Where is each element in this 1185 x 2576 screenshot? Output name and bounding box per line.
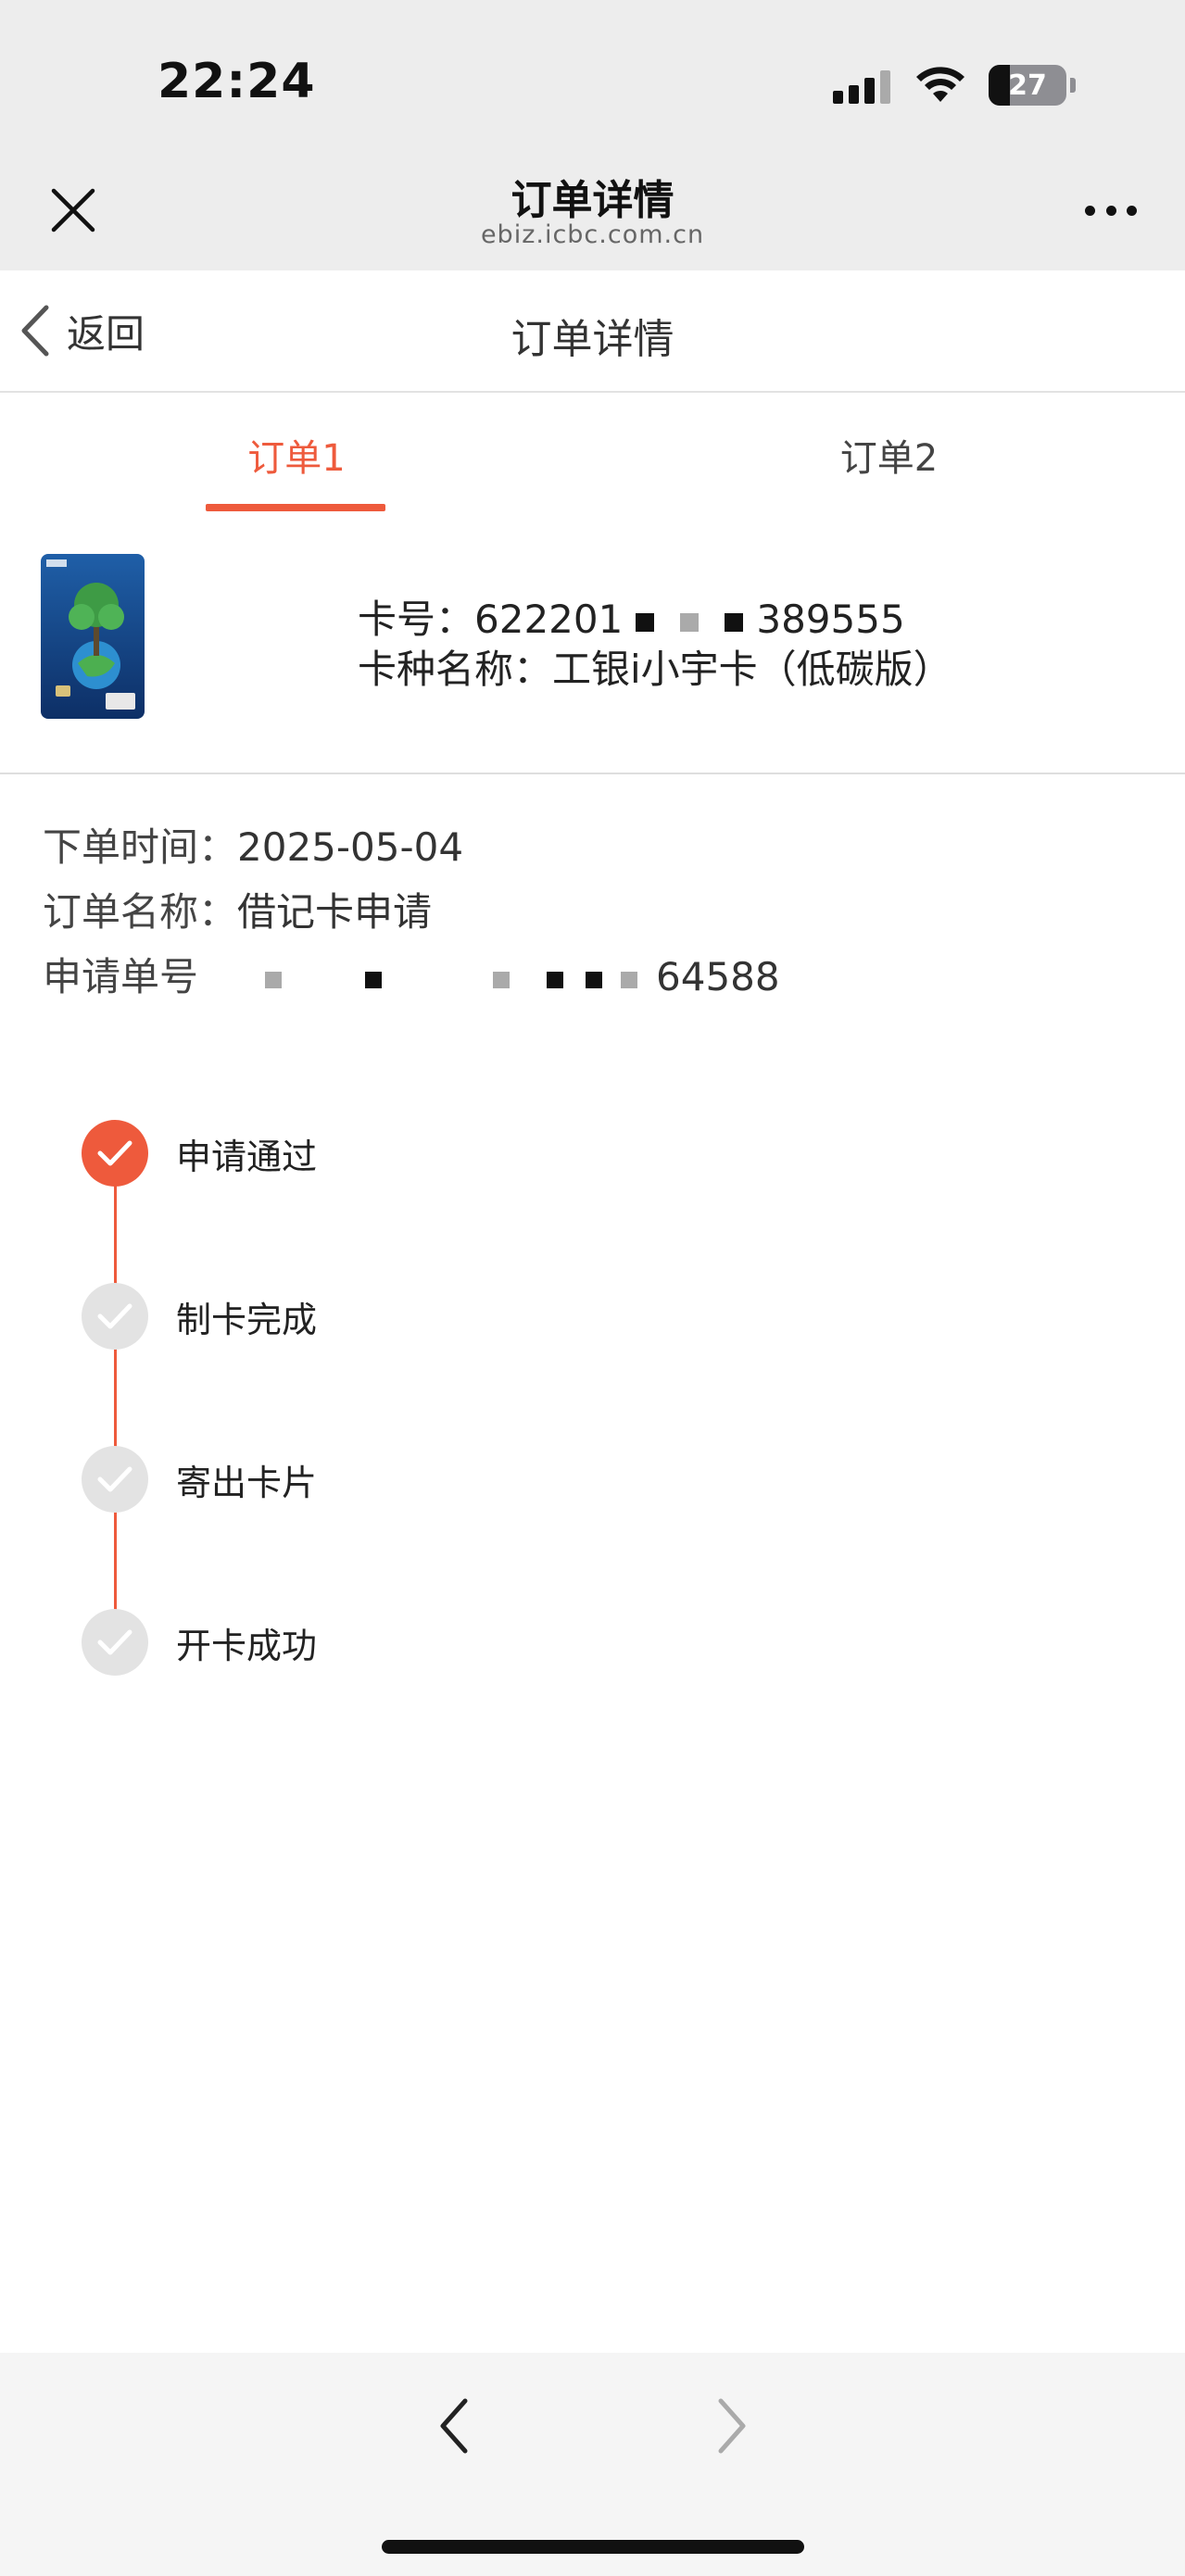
redaction-mask [493, 971, 511, 988]
timeline-line [114, 1153, 117, 1640]
tab-label: 订单2 [839, 437, 939, 480]
progress-timeline: 申请通过 制卡完成 寄出卡片 开卡成功 [0, 1112, 1185, 1686]
page-header: 返回 订单详情 [0, 270, 1185, 393]
tab-order-1[interactable]: 订单1 [0, 393, 593, 513]
card-number-label: 卡号： [358, 597, 475, 642]
order-time-row: 下单时间：2025-05-04 [43, 815, 780, 880]
card-number-end: 389555 [756, 597, 905, 642]
order-number-label: 申请单号 [43, 954, 199, 999]
timeline-step-label: 开卡成功 [176, 1625, 318, 1666]
card-number-start: 622201 [474, 597, 624, 642]
page-title: 订单详情 [511, 316, 674, 363]
home-indicator [382, 2540, 804, 2554]
active-tab-indicator [206, 504, 385, 511]
order-time-value: 2025-05-04 [237, 824, 464, 870]
order-name-value: 借记卡申请 [237, 889, 433, 935]
order-name-row: 订单名称：借记卡申请 [43, 880, 780, 945]
card-type-name: 工银i小宇卡（低碳版） [552, 647, 952, 692]
timeline-step-card-activated: 开卡成功 [82, 1608, 317, 1677]
order-number-end: 64588 [656, 954, 780, 999]
check-icon [82, 1120, 148, 1187]
redaction-mask [586, 971, 603, 988]
battery-level: 27 [1008, 69, 1047, 102]
redaction-mask [725, 612, 744, 632]
tab-order-2[interactable]: 订单2 [593, 393, 1185, 513]
timeline-step-label: 寄出卡片 [176, 1462, 318, 1503]
order-time-label: 下单时间： [43, 824, 238, 870]
timeline-step-application-approved: 申请通过 [82, 1119, 317, 1187]
browser-domain: ebiz.icbc.com.cn [480, 220, 705, 249]
chevron-left-icon[interactable] [434, 2392, 474, 2460]
card-type-row: 卡种名称：工银i小宇卡（低碳版） [358, 645, 952, 695]
browser-title: 订单详情 [511, 177, 674, 224]
more-icon[interactable] [1085, 204, 1137, 217]
timeline-step-label: 制卡完成 [176, 1299, 318, 1340]
timeline-step-label: 申请通过 [176, 1136, 318, 1177]
bank-card-image [41, 554, 145, 719]
battery-tip [1070, 78, 1076, 93]
status-time: 22:24 [158, 54, 316, 109]
check-icon [82, 1609, 148, 1676]
timeline-step-card-shipped: 寄出卡片 [82, 1445, 317, 1514]
order-info: 下单时间：2025-05-04 订单名称：借记卡申请 申请单号 64588 [43, 815, 780, 1010]
status-icons: 27 [833, 65, 1076, 106]
wifi-icon [916, 67, 964, 102]
browser-header: 22:24 27 订单详情 ebiz.icbc.com.cn [0, 0, 1185, 270]
card-number-row: 卡号：622201 389555 [358, 595, 952, 645]
redaction-mask [547, 971, 564, 988]
order-number-row: 申请单号 64588 [43, 945, 780, 1010]
order-tabs: 订单1 订单2 [0, 393, 1185, 513]
redaction-mask [636, 612, 655, 632]
redaction-mask [621, 971, 638, 988]
timeline-step-card-made: 制卡完成 [82, 1282, 317, 1351]
card-info: 卡号：622201 389555 卡种名称：工银i小宇卡（低碳版） [0, 515, 1185, 774]
signal-icon [833, 67, 892, 104]
chevron-right-icon[interactable] [712, 2392, 752, 2460]
redaction-mask [680, 612, 700, 632]
battery-icon: 27 [989, 65, 1066, 106]
card-type-label: 卡种名称： [358, 647, 553, 692]
bottom-toolbar [0, 2353, 1185, 2576]
tab-label: 订单1 [247, 437, 346, 480]
redaction-mask [365, 971, 383, 988]
order-name-label: 订单名称： [43, 889, 238, 935]
check-icon [82, 1446, 148, 1513]
card-details: 卡号：622201 389555 卡种名称：工银i小宇卡（低碳版） [358, 595, 952, 695]
check-icon [82, 1283, 148, 1350]
redaction-mask [265, 971, 283, 988]
